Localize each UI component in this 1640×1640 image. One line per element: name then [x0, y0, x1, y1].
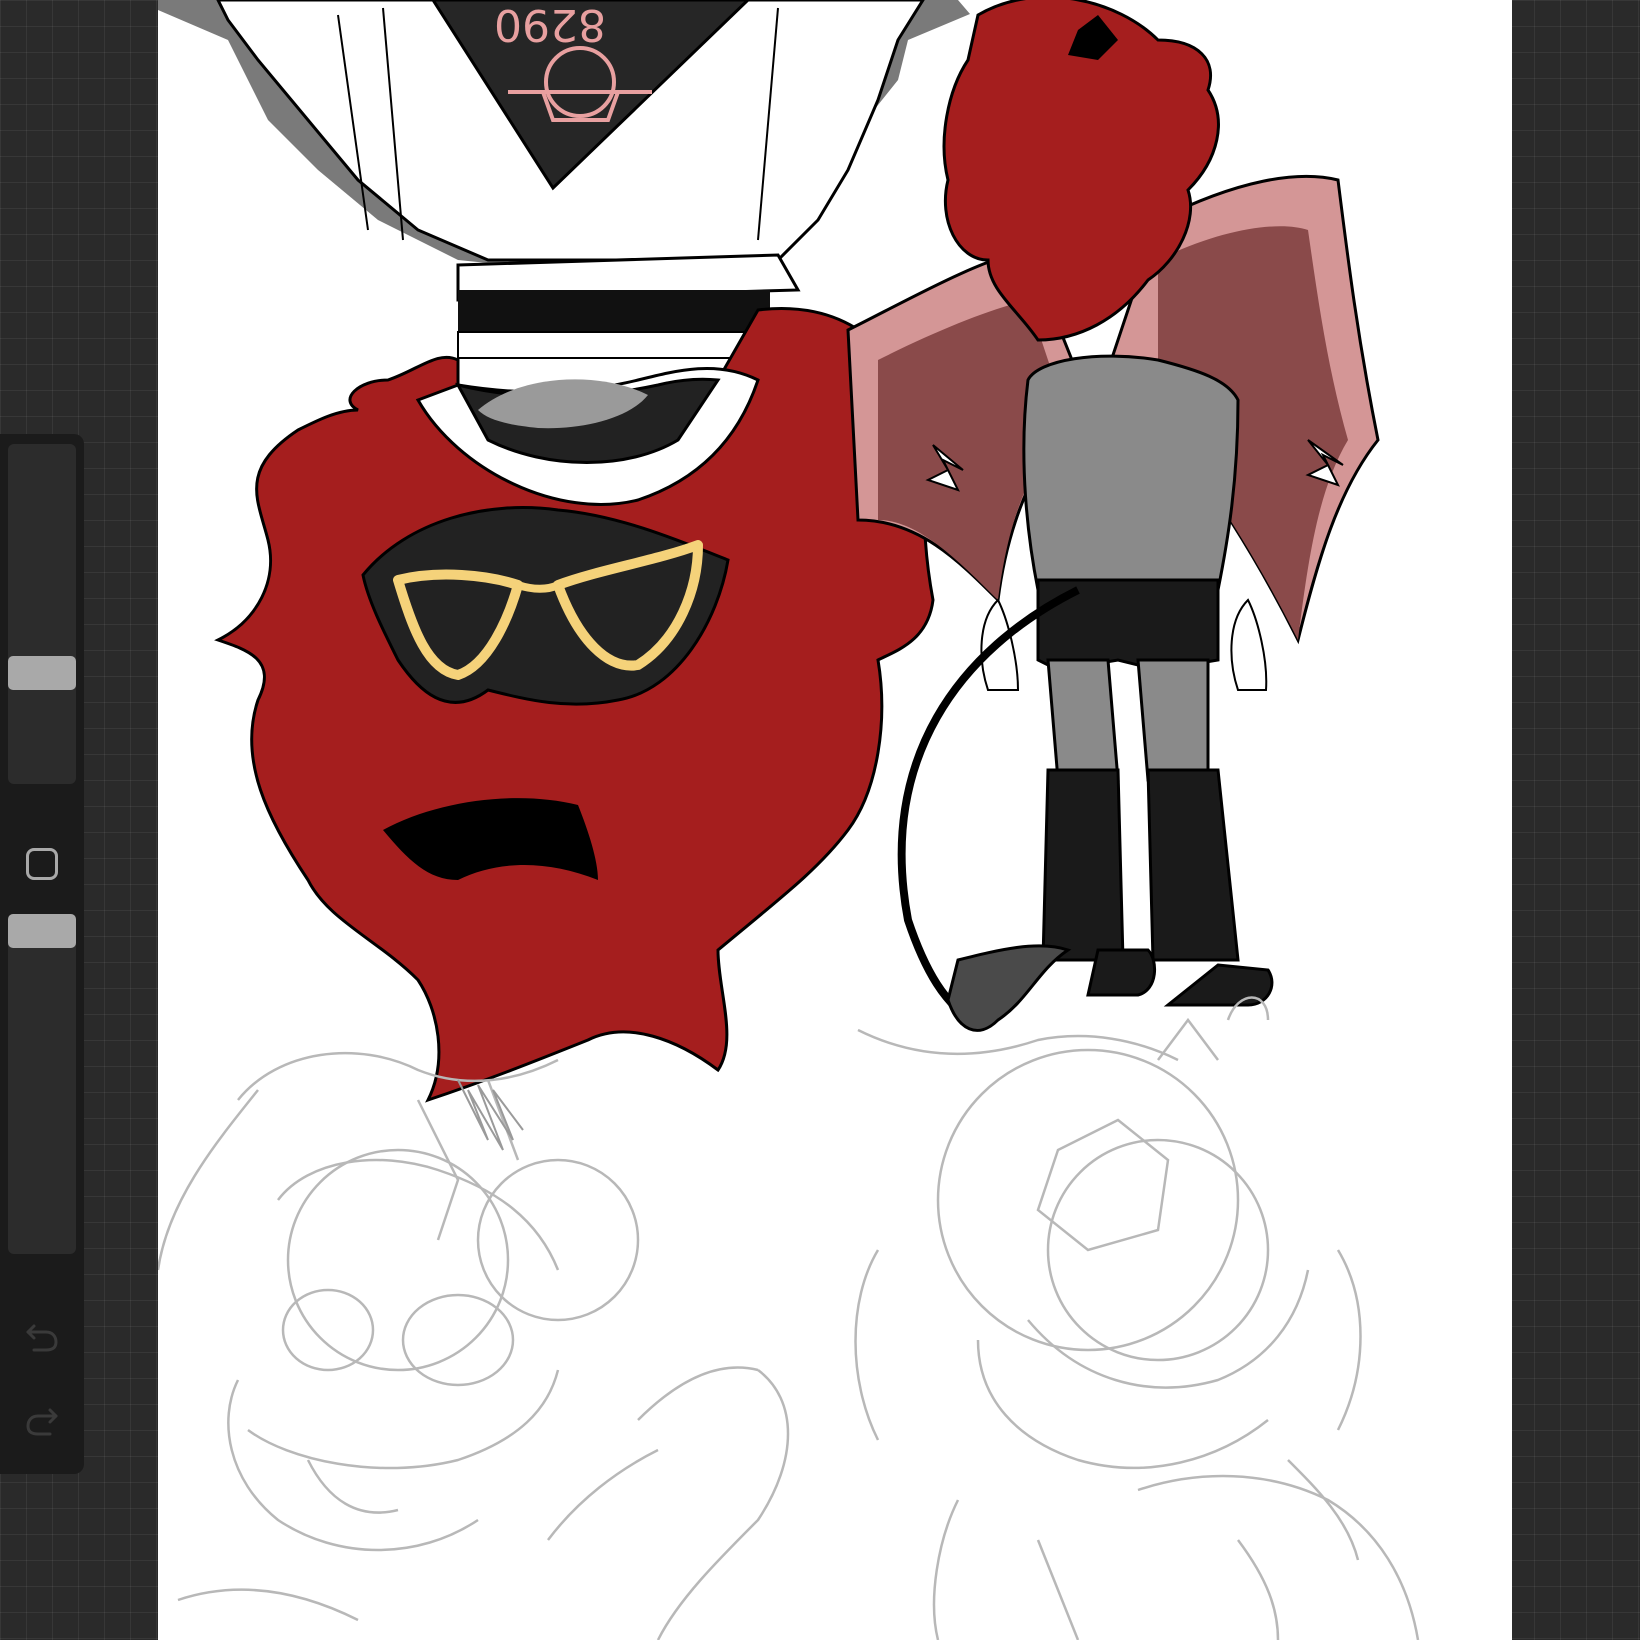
- artwork: 8290: [158, 0, 1420, 1640]
- back-view-character: [846, 0, 1380, 1032]
- brush-sidebar: [0, 434, 84, 1474]
- brush-size-slider[interactable]: [8, 444, 76, 784]
- redo-button[interactable]: [18, 1396, 66, 1444]
- sketch-scribble: [457, 1079, 524, 1151]
- undo-button[interactable]: [18, 1312, 66, 1360]
- undo-icon: [26, 1324, 58, 1352]
- sketch-layer: [158, 996, 1420, 1640]
- square-icon: [26, 848, 58, 880]
- brush-size-thumb[interactable]: [8, 656, 76, 690]
- drawing-canvas[interactable]: 8290: [158, 0, 1512, 1640]
- brush-opacity-slider[interactable]: [8, 914, 76, 1254]
- redo-icon: [26, 1408, 58, 1436]
- modify-button[interactable]: [22, 844, 62, 884]
- upside-down-torso: 8290: [158, 0, 970, 359]
- brush-opacity-thumb[interactable]: [8, 914, 76, 948]
- shirt-text: 8290: [494, 0, 606, 50]
